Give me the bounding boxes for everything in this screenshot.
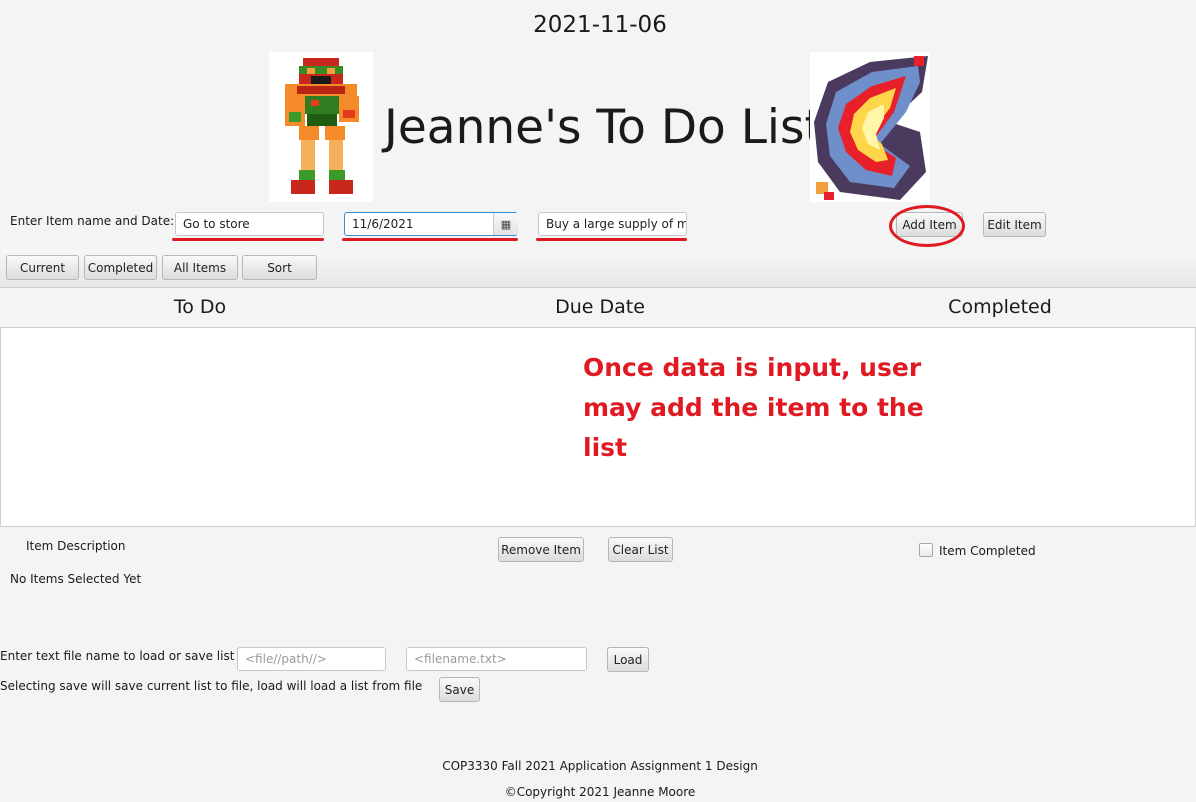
footer-copyright: ©Copyright 2021 Jeanne Moore	[504, 785, 696, 799]
annotation-text: Once data is input, user may add the ite…	[583, 353, 924, 462]
item-completed-checkbox[interactable]	[919, 543, 933, 557]
column-header-due-date[interactable]: Due Date	[500, 296, 700, 318]
clear-list-button[interactable]: Clear List	[608, 537, 673, 562]
item-description-label: Item Description	[26, 539, 126, 553]
filter-current-button[interactable]: Current	[6, 255, 79, 280]
entry-label: Enter Item name and Date:	[10, 214, 175, 228]
edit-item-button[interactable]: Edit Item	[983, 212, 1046, 237]
file-path-input[interactable]: <file//path//>	[237, 647, 386, 671]
save-button[interactable]: Save	[439, 677, 480, 702]
due-date-picker[interactable]: 11/6/2021	[344, 212, 518, 236]
filter-all-items-button[interactable]: All Items	[162, 255, 238, 280]
load-button[interactable]: Load	[607, 647, 649, 672]
footer-course: COP3330 Fall 2021 Application Assignment…	[442, 759, 758, 773]
calendar-icon[interactable]: ▦	[493, 213, 518, 235]
annotation-underline-name	[172, 238, 324, 241]
fireball-sprite-image	[810, 52, 930, 202]
filter-completed-button[interactable]: Completed	[84, 255, 157, 280]
app-title: Jeanne's To Do List	[384, 100, 823, 155]
annotation-circle	[889, 205, 965, 247]
item-name-input[interactable]: Go to store	[175, 212, 324, 236]
column-header-completed[interactable]: Completed	[900, 296, 1100, 318]
file-prompt: Enter text file name to load or save lis…	[0, 649, 251, 663]
item-completed-label: Item Completed	[939, 544, 1036, 558]
filename-input[interactable]: <filename.txt>	[406, 647, 587, 671]
sort-button[interactable]: Sort	[242, 255, 317, 280]
selection-status: No Items Selected Yet	[10, 572, 142, 586]
annotation-underline-description	[536, 238, 687, 241]
column-header-todo[interactable]: To Do	[100, 296, 300, 318]
annotation-underline-date	[342, 238, 518, 241]
samus-sprite-image	[269, 52, 373, 202]
current-date: 2021-11-06	[533, 12, 667, 38]
item-description-input[interactable]: Buy a large supply of milk	[538, 212, 687, 236]
file-hint: Selecting save will save current list to…	[0, 679, 423, 693]
remove-item-button[interactable]: Remove Item	[498, 537, 584, 562]
